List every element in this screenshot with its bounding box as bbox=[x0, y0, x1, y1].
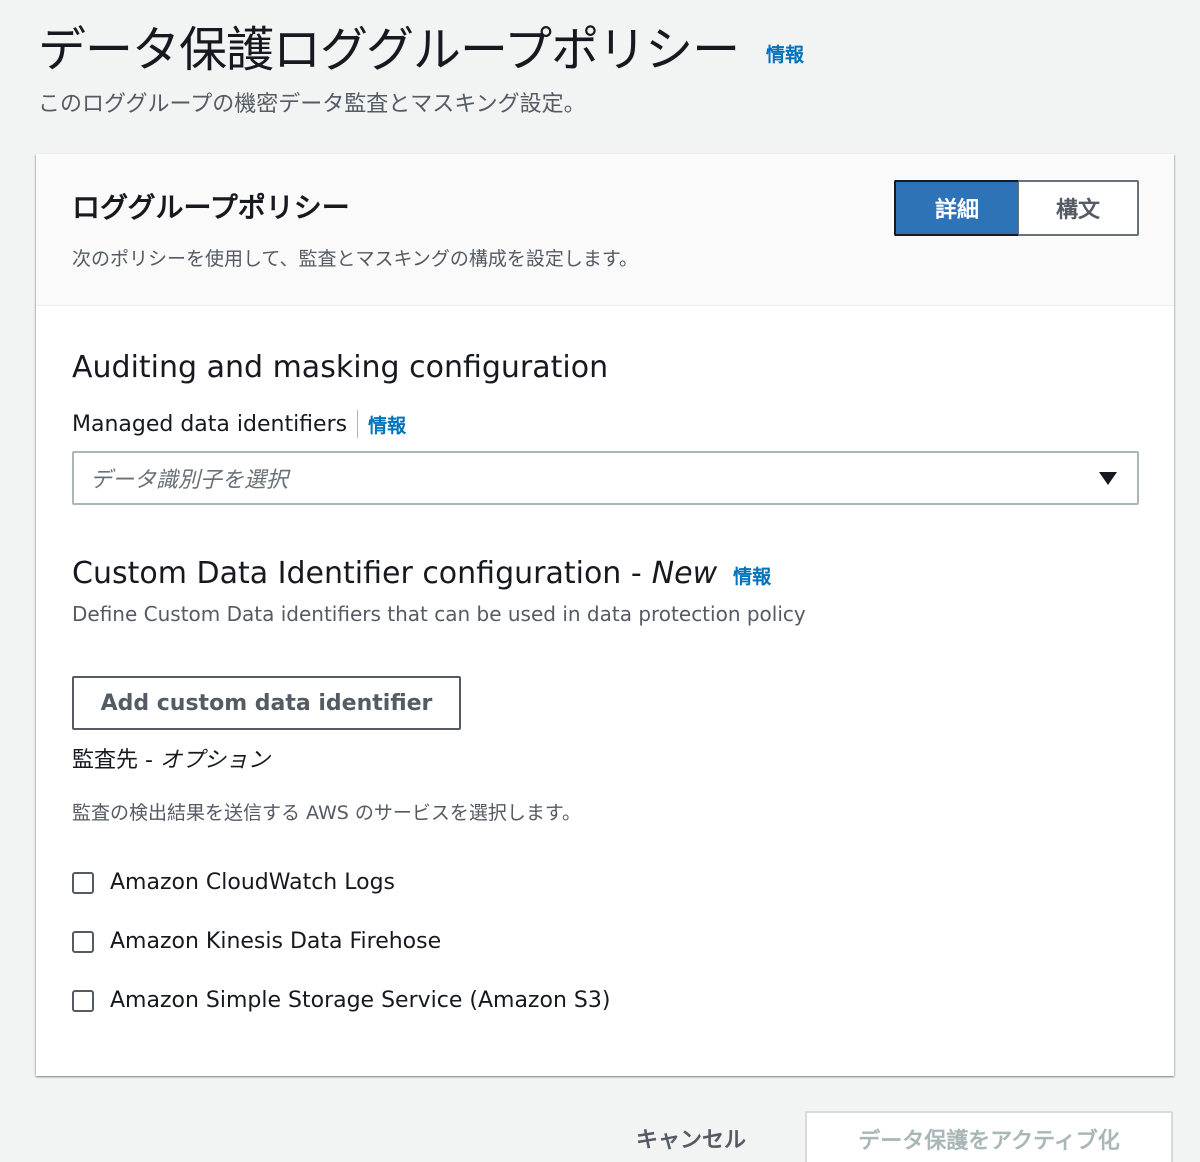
label-divider bbox=[357, 410, 359, 438]
destination-s3-option[interactable]: Amazon Simple Storage Service (Amazon S3… bbox=[72, 988, 610, 1013]
managed-identifiers-label: Managed data identifiers bbox=[72, 411, 348, 437]
managed-identifiers-label-row: Managed data identifiers 情報 bbox=[72, 410, 406, 438]
activate-data-protection-button[interactable]: データ保護をアクティブ化 bbox=[805, 1111, 1173, 1162]
caret-down-icon bbox=[1099, 472, 1117, 485]
view-mode-details-button[interactable]: 詳細 bbox=[894, 180, 1018, 236]
destination-kinesis-firehose-option[interactable]: Amazon Kinesis Data Firehose bbox=[72, 929, 441, 954]
kinesis-firehose-checkbox[interactable] bbox=[72, 930, 94, 953]
page-title: データ保護ロググループポリシー bbox=[38, 22, 740, 78]
view-mode-toggle: 詳細 構文 bbox=[894, 180, 1139, 236]
cloudwatch-logs-label: Amazon CloudWatch Logs bbox=[110, 870, 395, 895]
data-identifier-select[interactable]: データ識別子を選択 bbox=[72, 451, 1139, 505]
custom-identifier-section-title: Custom Data Identifier configuration - N… bbox=[72, 556, 771, 591]
destination-cloudwatch-logs-option[interactable]: Amazon CloudWatch Logs bbox=[72, 870, 395, 895]
auditing-section-title: Auditing and masking configuration bbox=[72, 350, 609, 385]
s3-label: Amazon Simple Storage Service (Amazon S3… bbox=[110, 988, 611, 1013]
custom-identifier-description: Define Custom Data identifiers that can … bbox=[72, 602, 806, 626]
s3-checkbox[interactable] bbox=[72, 989, 94, 1012]
view-mode-syntax-button[interactable]: 構文 bbox=[1018, 180, 1139, 236]
managed-identifiers-info-link[interactable]: 情報 bbox=[368, 411, 406, 438]
kinesis-firehose-label: Amazon Kinesis Data Firehose bbox=[110, 929, 442, 954]
custom-identifier-info-link[interactable]: 情報 bbox=[733, 562, 771, 589]
audit-destination-label: 監査先 - オプション bbox=[72, 742, 270, 774]
audit-destination-description: 監査の検出結果を送信する AWS のサービスを選択します。 bbox=[72, 802, 581, 824]
panel-title: ロググループポリシー bbox=[72, 191, 350, 224]
audit-destination-label-text: 監査先 - bbox=[72, 748, 153, 773]
cloudwatch-logs-checkbox[interactable] bbox=[72, 871, 94, 894]
panel-description: 次のポリシーを使用して、監査とマスキングの構成を設定します。 bbox=[72, 248, 639, 270]
page-description: このロググループの機密データ監査とマスキング設定。 bbox=[38, 92, 586, 117]
new-tag: New bbox=[651, 556, 718, 591]
custom-identifier-title-text: Custom Data Identifier configuration - bbox=[72, 556, 642, 591]
page: データ保護ロググループポリシー 情報 このロググループの機密データ監査とマスキン… bbox=[0, 0, 1200, 1162]
panel-header: ロググループポリシー 次のポリシーを使用して、監査とマスキングの構成を設定します… bbox=[36, 154, 1174, 306]
optional-label: オプション bbox=[159, 748, 270, 773]
cancel-button[interactable]: キャンセル bbox=[616, 1114, 766, 1162]
add-custom-data-identifier-button[interactable]: Add custom data identifier bbox=[72, 676, 461, 730]
page-title-info-link[interactable]: 情報 bbox=[766, 40, 804, 67]
data-identifier-select-placeholder: データ識別子を選択 bbox=[90, 468, 289, 493]
log-group-policy-panel: ロググループポリシー 次のポリシーを使用して、監査とマスキングの構成を設定します… bbox=[36, 154, 1174, 1076]
